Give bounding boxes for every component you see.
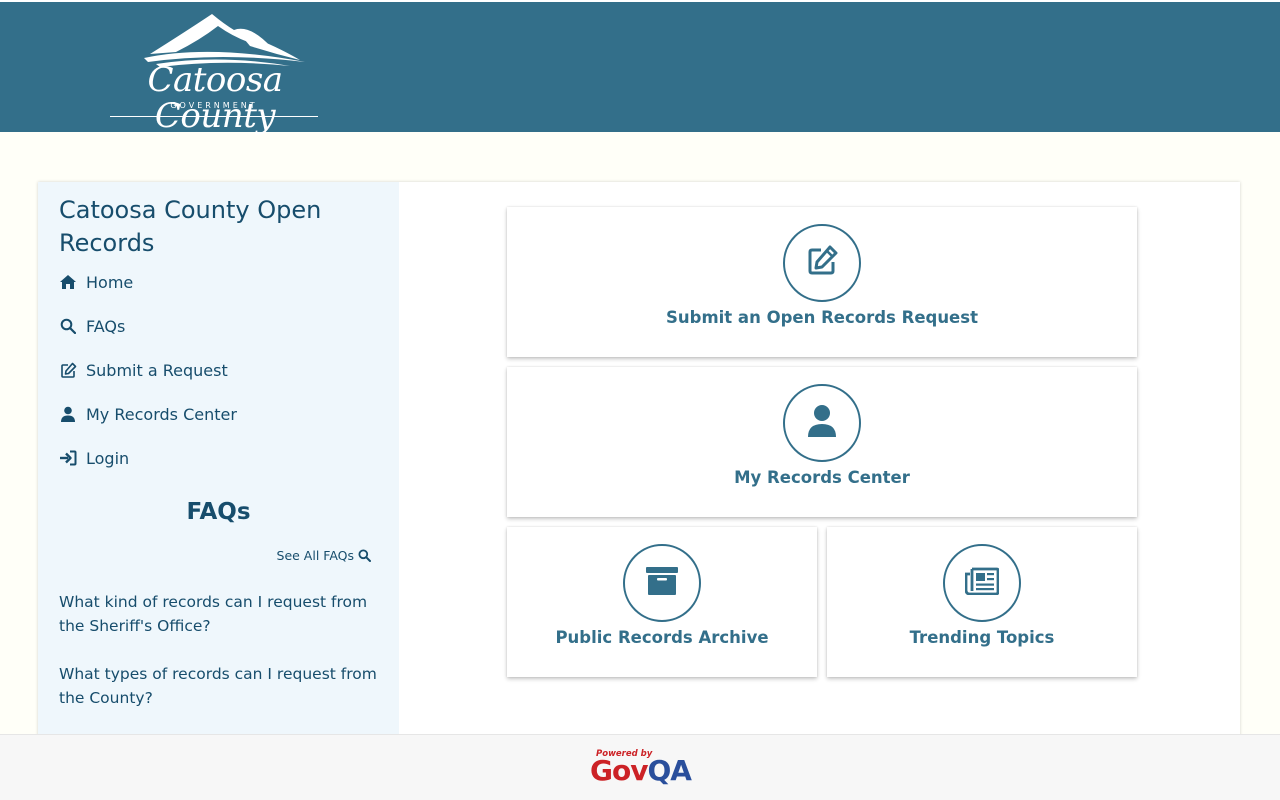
govqa-wordmark-gov: Gov [590, 754, 648, 787]
nav-item-home[interactable]: Home [59, 270, 133, 294]
home-icon [59, 273, 77, 291]
nav-item-login[interactable]: Login [59, 446, 129, 470]
govqa-wordmark-qa: QA [647, 754, 691, 787]
sidebar-title: Catoosa County Open Records [59, 196, 322, 257]
search-icon [59, 317, 77, 335]
trending-topics-icon-circle [943, 544, 1021, 622]
edit-icon [805, 244, 839, 282]
see-all-faqs-link[interactable]: See All FAQs [277, 546, 371, 564]
records-center-icon-circle [783, 384, 861, 462]
nav-item-label: Home [86, 272, 134, 292]
see-all-faqs-label: See All FAQs [276, 547, 354, 563]
govqa-powered-by-logo[interactable]: Powered by GovQA [590, 749, 692, 789]
nav-item-submit-request[interactable]: Submit a Request [59, 358, 228, 382]
nav-item-label: Submit a Request [86, 360, 228, 380]
logo-wordmark: Catoosa County [147, 60, 283, 136]
footer: Powered by GovQA [0, 734, 1280, 800]
catoosa-county-logo[interactable]: Catoosa County GOVERNMENT [100, 10, 330, 134]
faq-heading: FAQs [186, 499, 251, 525]
records-center-card[interactable]: My Records Center [507, 367, 1137, 517]
trending-topics-card-label: Trending Topics [909, 628, 1055, 647]
site-header: Catoosa County GOVERNMENT [0, 0, 1280, 134]
records-center-card-label: My Records Center [734, 468, 910, 487]
nav-item-label: FAQs [86, 316, 126, 336]
submit-request-icon-circle [783, 224, 861, 302]
main-panel: Catoosa County Open Records Home FAQs Su… [38, 182, 1240, 742]
logo-divider [110, 116, 318, 117]
sidebar: Catoosa County Open Records Home FAQs Su… [38, 182, 399, 742]
govqa-wordmark: GovQA [590, 754, 692, 787]
submit-request-card-label: Submit an Open Records Request [666, 308, 978, 327]
archive-icon-circle [623, 544, 701, 622]
sign-in-icon [59, 449, 77, 467]
nav-item-label: Login [86, 448, 130, 468]
newspaper-icon [964, 567, 1000, 599]
faq-question-link[interactable]: What types of records can I request from… [59, 662, 379, 710]
search-icon [358, 549, 371, 562]
nav-item-label: My Records Center [86, 404, 237, 424]
public-records-archive-card-label: Public Records Archive [555, 628, 769, 647]
faq-question-link[interactable]: What kind of records can I request from … [59, 590, 379, 638]
logo-subtitle: GOVERNMENT [170, 101, 258, 110]
user-icon [807, 404, 837, 442]
user-icon [59, 405, 77, 423]
submit-request-card[interactable]: Submit an Open Records Request [507, 207, 1137, 357]
archive-icon [646, 567, 678, 599]
nav-item-faqs[interactable]: FAQs [59, 314, 125, 338]
trending-topics-card[interactable]: Trending Topics [827, 527, 1137, 677]
edit-icon [59, 361, 77, 379]
nav-item-records-center[interactable]: My Records Center [59, 402, 237, 426]
public-records-archive-card[interactable]: Public Records Archive [507, 527, 817, 677]
